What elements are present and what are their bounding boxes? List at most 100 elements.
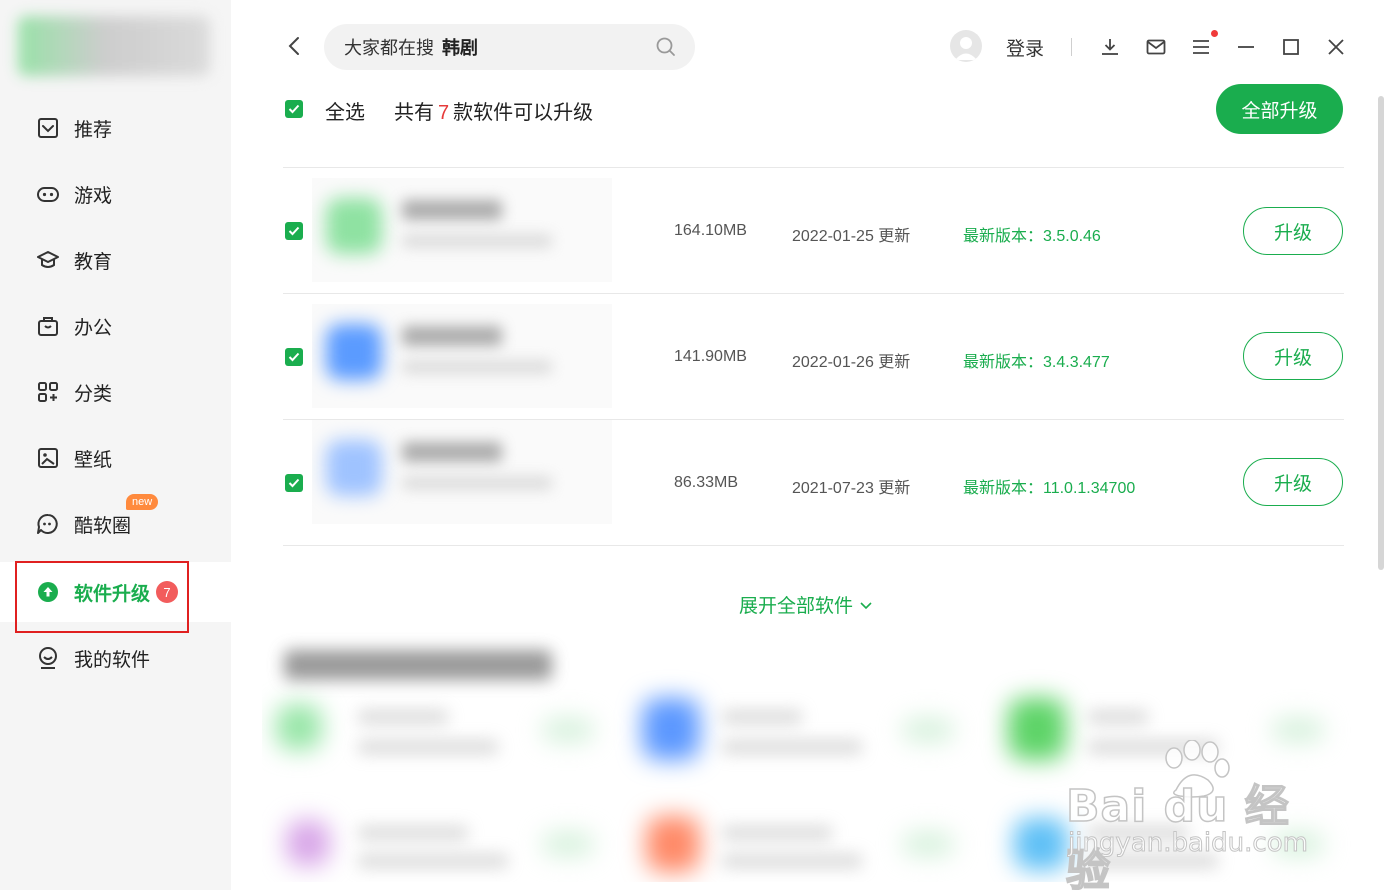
app-name-blurred xyxy=(402,326,502,346)
install-button-blurred xyxy=(902,718,954,742)
notification-dot xyxy=(1211,30,1218,37)
file-size: 86.33MB xyxy=(674,474,739,491)
search-prefix: 大家都在搜 xyxy=(344,38,434,58)
app-icon xyxy=(326,198,382,254)
avatar[interactable] xyxy=(950,30,982,62)
sidebar-item-my-software[interactable]: 我的软件 xyxy=(0,628,231,688)
app-desc-blurred xyxy=(402,234,552,248)
app-desc-blurred xyxy=(1088,740,1218,754)
app-icon xyxy=(1014,818,1068,870)
sidebar: 推荐 游戏 教育 办公 分类 壁纸 酷软圈 new 软件升级 7 我的软件 xyxy=(0,0,231,890)
app-name-blurred xyxy=(722,710,802,724)
sidebar-item-games[interactable]: 游戏 xyxy=(0,164,231,224)
app-icon xyxy=(1008,698,1066,760)
scrollbar[interactable] xyxy=(1378,96,1384,570)
menu-icon[interactable] xyxy=(1190,36,1212,58)
login-link[interactable]: 登录 xyxy=(1006,34,1044,61)
row-checkbox[interactable] xyxy=(285,222,303,240)
chevron-left-icon xyxy=(288,37,299,55)
sidebar-item-label: 壁纸 xyxy=(74,449,113,471)
sidebar-item-label: 教育 xyxy=(74,251,113,273)
sidebar-item-label: 分类 xyxy=(74,383,113,405)
upgrade-all-button[interactable]: 全部升级 xyxy=(1216,84,1343,134)
app-desc-blurred xyxy=(358,740,498,754)
checkmark-icon xyxy=(288,226,300,236)
sidebar-item-education[interactable]: 教育 xyxy=(0,230,231,290)
update-date: 2022-01-26 更新 xyxy=(792,354,911,371)
install-button-blurred xyxy=(1272,832,1324,856)
chat-bubble-icon xyxy=(36,512,60,536)
gamepad-icon xyxy=(36,182,60,206)
file-size: 164.10MB xyxy=(674,222,747,239)
sidebar-item-office[interactable]: 办公 xyxy=(0,296,231,356)
install-button-blurred xyxy=(542,832,594,856)
search-keyword: 韩剧 xyxy=(442,38,478,58)
recommend-icon xyxy=(36,116,60,140)
picture-icon xyxy=(36,446,60,470)
section-title-blurred xyxy=(284,650,552,680)
maximize-icon[interactable] xyxy=(1280,36,1302,58)
minimize-icon[interactable] xyxy=(1235,36,1257,58)
back-button[interactable] xyxy=(282,34,306,58)
app-desc-blurred xyxy=(722,740,862,754)
upgrade-button[interactable]: 升级 xyxy=(1243,458,1343,506)
app-name-blurred xyxy=(358,826,468,840)
close-icon[interactable] xyxy=(1325,36,1347,58)
sidebar-item-software-upgrade[interactable]: 软件升级 7 xyxy=(0,562,231,622)
app-logo xyxy=(18,16,210,76)
sidebar-item-label: 酷软圈 xyxy=(74,515,132,537)
sidebar-item-recommend[interactable]: 推荐 xyxy=(0,98,231,158)
count-number: 7 xyxy=(438,102,450,124)
checkmark-icon xyxy=(288,478,300,488)
install-button-blurred xyxy=(902,832,954,856)
divider xyxy=(283,293,1344,294)
upgrade-arrow-icon xyxy=(36,580,60,604)
sidebar-item-label: 推荐 xyxy=(74,119,113,141)
user-face-icon xyxy=(36,646,60,670)
install-button-blurred xyxy=(542,718,594,742)
app-desc-blurred xyxy=(722,854,862,868)
app-name-blurred xyxy=(1088,826,1188,840)
category-grid-icon xyxy=(36,380,60,404)
update-count-badge: 7 xyxy=(156,581,179,603)
upgrade-button[interactable]: 升级 xyxy=(1243,207,1343,255)
app-icon xyxy=(326,324,382,380)
app-icon xyxy=(286,820,330,866)
row-checkbox[interactable] xyxy=(285,474,303,492)
app-icon xyxy=(646,816,700,872)
update-date: 2022-01-25 更新 xyxy=(792,228,911,245)
app-desc-blurred xyxy=(402,476,552,490)
row-checkbox[interactable] xyxy=(285,348,303,366)
count-prefix: 共有 xyxy=(394,102,434,124)
select-all-label[interactable]: 全选 xyxy=(325,96,365,125)
install-button-blurred xyxy=(1272,718,1324,742)
download-icon[interactable] xyxy=(1099,36,1121,58)
app-icon xyxy=(276,704,322,750)
sidebar-item-cool-circle[interactable]: 酷软圈 new xyxy=(0,494,231,554)
recommendation-section-blurred xyxy=(262,632,1352,882)
graduation-cap-icon xyxy=(36,248,60,272)
app-name-blurred xyxy=(402,442,502,462)
divider xyxy=(1071,38,1072,56)
upgrade-button[interactable]: 升级 xyxy=(1243,332,1343,380)
divider xyxy=(283,167,1344,168)
divider xyxy=(283,545,1344,546)
briefcase-icon xyxy=(36,314,60,338)
app-icon xyxy=(642,698,700,760)
mail-icon[interactable] xyxy=(1145,36,1167,58)
sidebar-item-category[interactable]: 分类 xyxy=(0,362,231,422)
sidebar-item-wallpaper[interactable]: 壁纸 xyxy=(0,428,231,488)
file-size: 141.90MB xyxy=(674,348,747,365)
app-desc-blurred xyxy=(1088,854,1218,868)
app-info-blurred xyxy=(312,420,612,524)
sidebar-item-label: 游戏 xyxy=(74,185,113,207)
search-icon[interactable] xyxy=(655,36,677,58)
search-box[interactable]: 大家都在搜 韩剧 xyxy=(324,24,695,70)
checkmark-icon xyxy=(288,104,300,114)
select-all-checkbox[interactable] xyxy=(285,100,303,118)
app-name-blurred xyxy=(402,200,502,220)
sidebar-item-label: 我的软件 xyxy=(74,649,151,671)
app-info-blurred xyxy=(312,178,612,282)
expand-all-link[interactable]: 展开全部软件 xyxy=(739,591,873,618)
app-desc-blurred xyxy=(358,854,508,868)
